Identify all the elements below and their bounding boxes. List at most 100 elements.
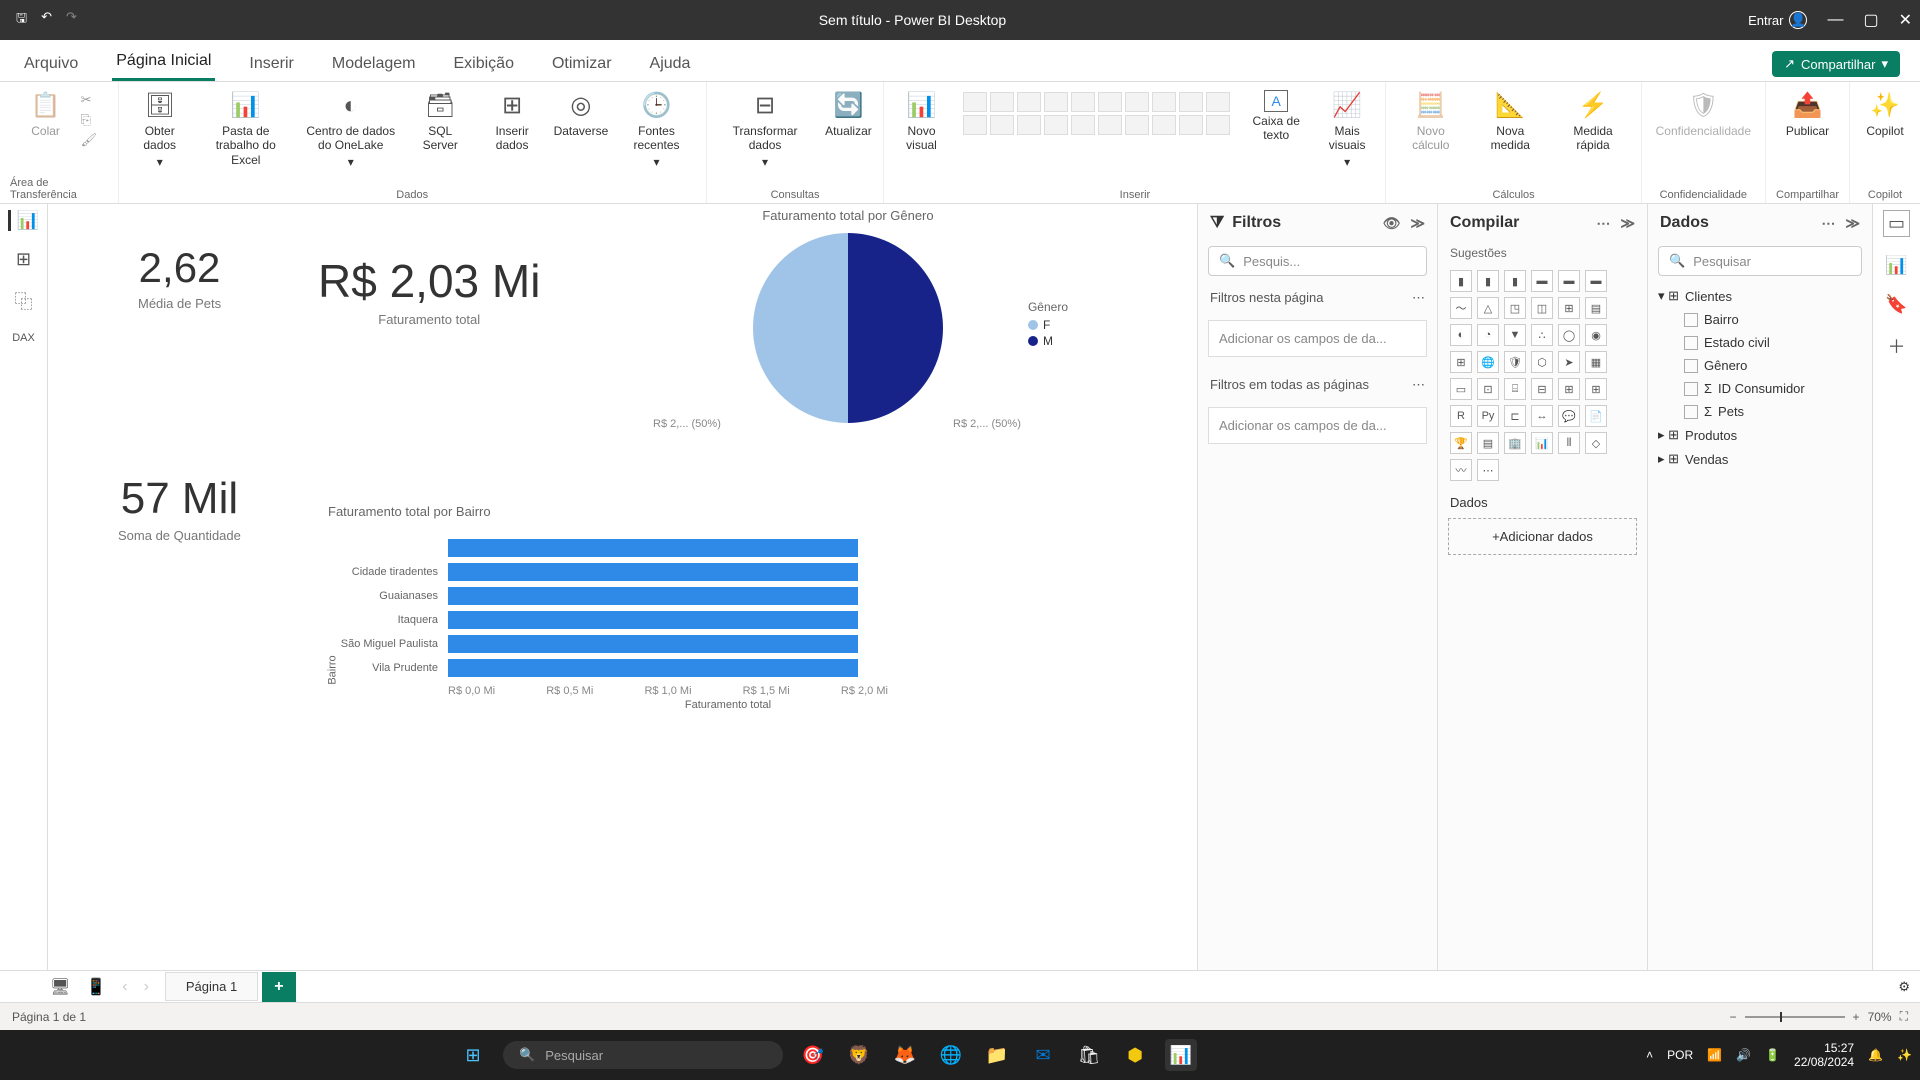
signin-button[interactable]: Entrar 👤 (1748, 11, 1807, 29)
excel-button[interactable]: 📊Pasta de trabalho do Excel (201, 88, 291, 169)
paste-button[interactable]: 📋 Colar (21, 88, 71, 140)
table-vendas[interactable]: ▸ ⊞ Vendas (1658, 447, 1862, 471)
sql-button[interactable]: 🗃SQL Server (411, 88, 470, 155)
tab-inserir[interactable]: Inserir (245, 47, 297, 81)
textbox-button[interactable]: ACaixa de texto (1244, 88, 1309, 145)
dataverse-button[interactable]: ◎Dataverse (555, 88, 608, 140)
rail-item-1[interactable]: ▭ (1883, 210, 1910, 237)
taskbar-brave[interactable]: 🦁 (843, 1039, 875, 1071)
field-genero[interactable]: Gênero (1658, 354, 1862, 377)
new-calc-button[interactable]: 🧮Novo cálculo (1396, 88, 1465, 155)
maximize-button[interactable]: ▢ (1863, 10, 1878, 30)
table-produtos[interactable]: ▸ ⊞ Produtos (1658, 423, 1862, 447)
collapse-icon[interactable]: ≫ (1620, 215, 1635, 232)
taskbar-explorer[interactable]: 📁 (981, 1039, 1013, 1071)
pie-chart[interactable]: Faturamento total por Gênero Gênero F M … (558, 208, 1138, 488)
add-data-button[interactable]: +Adicionar dados (1448, 518, 1637, 555)
minimize-button[interactable]: — (1827, 11, 1843, 29)
tab-exibicao[interactable]: Exibição (449, 47, 517, 81)
report-canvas[interactable]: 2,62 Média de Pets R$ 2,03 Mi Faturament… (48, 204, 1197, 970)
tab-modelagem[interactable]: Modelagem (328, 47, 420, 81)
more-icon[interactable]: ⋯ (1596, 215, 1610, 232)
zoom-out[interactable]: − (1730, 1010, 1737, 1024)
field-id-consumidor[interactable]: Σ ID Consumidor (1658, 377, 1862, 400)
filter-drop-page[interactable]: Adicionar os campos de da... (1208, 320, 1427, 357)
bar-chart[interactable]: Faturamento total por Bairro Bairro Cida… (328, 504, 1008, 824)
collapse-icon[interactable]: ≫ (1410, 215, 1425, 232)
taskbar-firefox[interactable]: 🦊 (889, 1039, 921, 1071)
new-measure-button[interactable]: 📐Nova medida (1475, 88, 1545, 155)
page-tab-1[interactable]: Página 1 (165, 972, 258, 1001)
card-quantidade[interactable]: 57 Mil Soma de Quantidade (118, 474, 241, 543)
taskbar-powerbi[interactable]: 📊 (1165, 1039, 1197, 1071)
dax-view-icon[interactable]: DAX (12, 332, 35, 344)
table-view-icon[interactable]: ⊞ (16, 249, 31, 270)
taskbar-app-2[interactable]: ⬢ (1119, 1039, 1151, 1071)
new-visual-button[interactable]: 📊Novo visual (894, 88, 948, 155)
notifications-icon[interactable]: 🔔 (1868, 1048, 1883, 1062)
mobile-view-icon[interactable]: 📱 (86, 977, 106, 997)
tab-pagina-inicial[interactable]: Página Inicial (112, 44, 215, 81)
taskbar-app-1[interactable]: 🎯 (797, 1039, 829, 1071)
visual-gallery-ribbon[interactable] (959, 88, 1234, 139)
rail-item-3[interactable]: 🔖 (1885, 294, 1907, 315)
settings-icon[interactable]: ⚙ (1898, 979, 1910, 995)
quick-measure-button[interactable]: ⚡Medida rápida (1556, 88, 1631, 155)
zoom-slider[interactable] (1745, 1016, 1845, 1018)
eye-icon[interactable]: 👁 (1383, 215, 1401, 232)
next-page-icon[interactable]: › (144, 978, 149, 996)
card-media-pets[interactable]: 2,62 Média de Pets (138, 244, 221, 311)
collapse-icon[interactable]: ≫ (1845, 215, 1860, 232)
undo-icon[interactable]: ↶ (41, 9, 52, 31)
enter-data-button[interactable]: ⊞Inserir dados (480, 88, 545, 155)
rail-add-icon[interactable]: ＋ (1888, 333, 1906, 359)
transform-button[interactable]: ⊟Transformar dados▾ (717, 88, 814, 171)
model-view-icon[interactable]: ⿻ (15, 288, 33, 314)
close-button[interactable]: ✕ (1899, 10, 1912, 30)
more-icon[interactable]: ⋯ (1821, 215, 1835, 232)
taskbar-outlook[interactable]: ✉ (1027, 1039, 1059, 1071)
refresh-button[interactable]: 🔄Atualizar (823, 88, 873, 140)
copy-icon[interactable]: ⎘ (81, 112, 98, 128)
fit-page-icon[interactable]: ⛶ (1900, 1009, 1908, 1024)
share-button[interactable]: ↗ Compartilhar ▾ (1772, 51, 1900, 77)
desktop-view-icon[interactable]: 🖥 (50, 977, 70, 997)
format-painter-icon[interactable]: 🖌 (81, 132, 98, 148)
more-visuals-button[interactable]: 📈Mais visuais▾ (1319, 88, 1376, 171)
field-bairro[interactable]: Bairro (1658, 308, 1862, 331)
taskbar-search[interactable]: 🔍 Pesquisar (503, 1041, 783, 1069)
publish-button[interactable]: 📤Publicar (1782, 88, 1833, 140)
redo-icon[interactable]: ↷ (66, 9, 77, 31)
tab-arquivo[interactable]: Arquivo (20, 47, 82, 81)
tray-copilot-icon[interactable]: ✨ (1897, 1048, 1912, 1062)
zoom-in[interactable]: + (1853, 1010, 1860, 1024)
filter-search[interactable]: 🔍 Pesquis... (1208, 246, 1427, 276)
data-search[interactable]: 🔍 Pesquisar (1658, 246, 1862, 276)
card-faturamento[interactable]: R$ 2,03 Mi Faturamento total (318, 254, 540, 327)
filter-drop-all[interactable]: Adicionar os campos de da... (1208, 407, 1427, 444)
field-estado-civil[interactable]: Estado civil (1658, 331, 1862, 354)
get-data-button[interactable]: 🗄Obter dados▾ (129, 88, 191, 171)
add-page-button[interactable]: + (262, 972, 295, 1002)
rail-item-2[interactable]: 📊 (1885, 255, 1907, 276)
battery-icon[interactable]: 🔋 (1765, 1048, 1780, 1062)
volume-icon[interactable]: 🔊 (1736, 1048, 1751, 1062)
taskbar-store[interactable]: 🛍 (1073, 1039, 1105, 1071)
tray-clock[interactable]: 15:27 22/08/2024 (1794, 1041, 1854, 1070)
more-icon[interactable]: ⋯ (1412, 290, 1425, 306)
table-clientes[interactable]: ▾ ⊞ Clientes (1658, 284, 1862, 308)
copilot-button[interactable]: ✨Copilot (1860, 88, 1910, 140)
tab-ajuda[interactable]: Ajuda (646, 47, 695, 81)
visualizations-gallery[interactable]: ▮▮▮▬▬▬ 〜△◳◫⊞▤ ◐◔▼∴◯◉ ⊞🌐🛡⬡➤▦ ▭⊡⌸⊟⊞⊞ RPy⊏↔… (1438, 264, 1647, 487)
save-icon[interactable]: 🖫 (16, 9, 27, 31)
taskbar-chrome[interactable]: 🌐 (935, 1039, 967, 1071)
wifi-icon[interactable]: 📶 (1707, 1048, 1722, 1062)
more-icon[interactable]: ⋯ (1412, 377, 1425, 393)
prev-page-icon[interactable]: ‹ (122, 978, 127, 996)
sensitivity-button[interactable]: 🛡Confidencialidade (1652, 88, 1755, 140)
start-button[interactable]: ⊞ (457, 1039, 489, 1071)
tray-lang[interactable]: POR (1667, 1048, 1693, 1062)
report-view-icon[interactable]: 📊 (8, 210, 39, 231)
tab-otimizar[interactable]: Otimizar (548, 47, 616, 81)
tray-chevron-icon[interactable]: ˄ (1646, 1048, 1653, 1062)
